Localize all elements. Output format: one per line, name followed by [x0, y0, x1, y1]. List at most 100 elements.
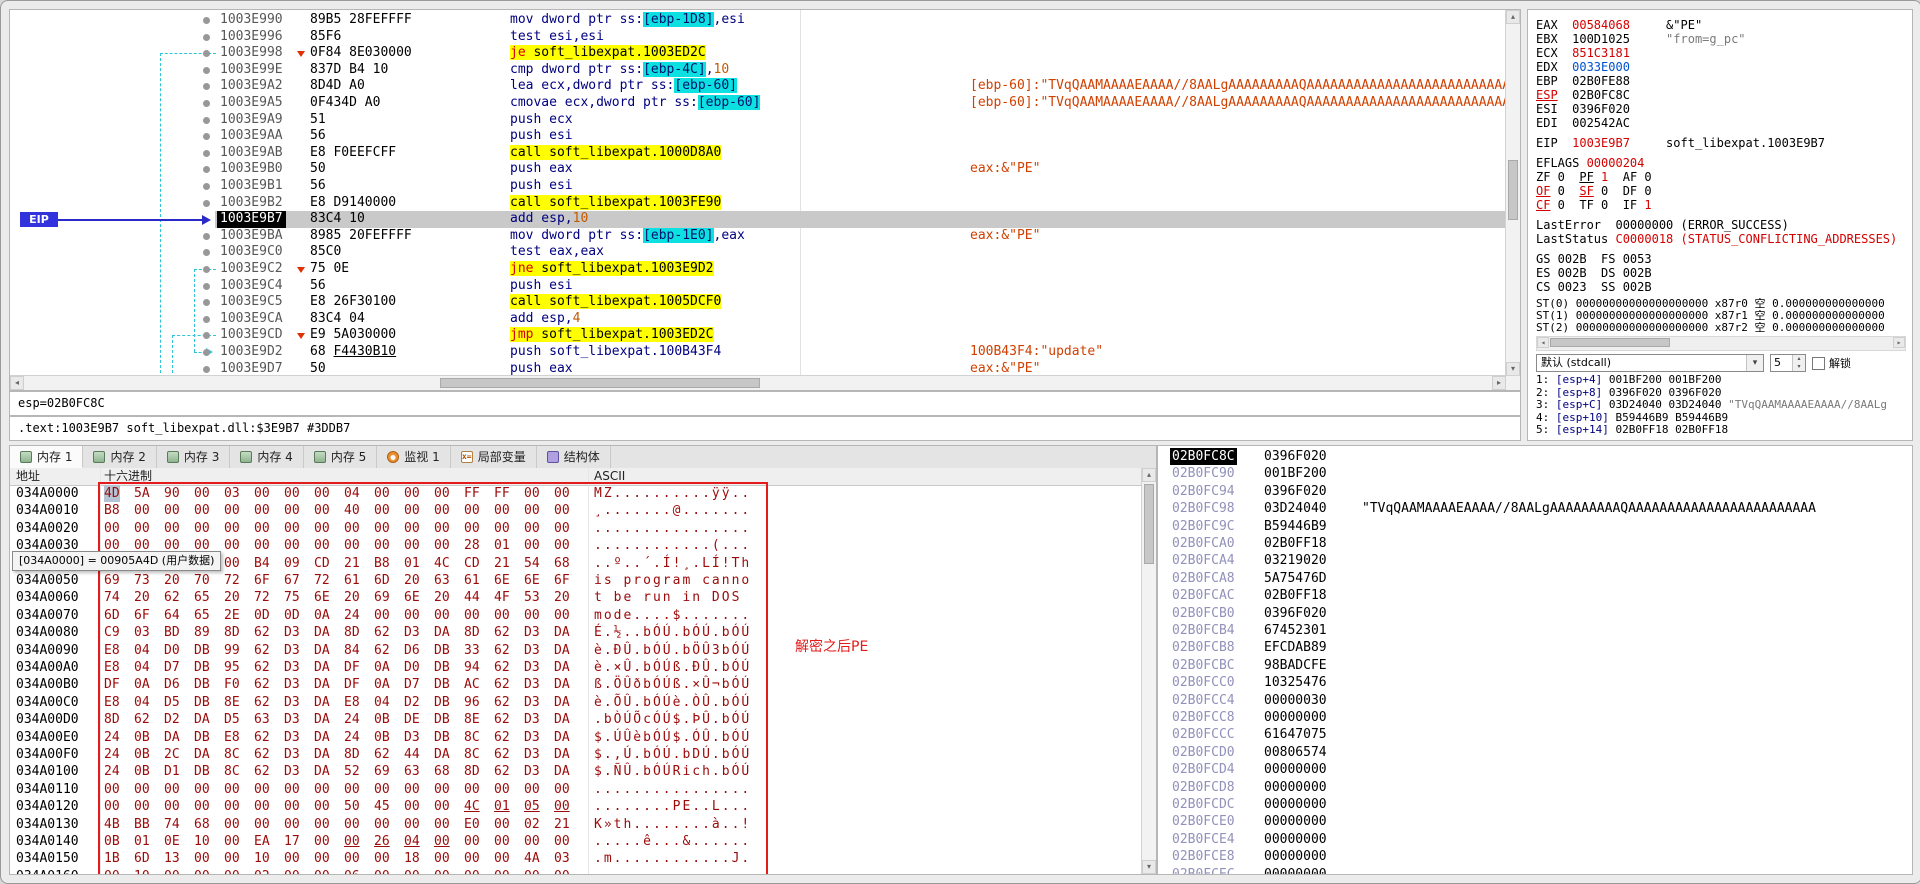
stack-row[interactable]: 02B0FCB0 0396F020	[1158, 605, 1912, 622]
dump-byte[interactable]: 00	[314, 781, 330, 798]
stack-row[interactable]: 02B0FCD0 00806574	[1158, 744, 1912, 761]
disasm-address[interactable]: 1003E9BA	[220, 228, 283, 245]
dump-byte[interactable]: D7	[164, 659, 180, 676]
dump-byte[interactable]: 00	[374, 520, 390, 537]
dump-byte[interactable]: 62	[254, 763, 270, 780]
dump-byte[interactable]: 00	[404, 485, 420, 502]
breakpoint-dot[interactable]	[203, 17, 210, 24]
dump-byte[interactable]: 00	[554, 868, 570, 874]
dump-byte[interactable]: DF	[344, 659, 360, 676]
dump-byte[interactable]: DB	[194, 729, 210, 746]
dump-byte[interactable]: 00	[494, 520, 510, 537]
dump-byte[interactable]: D3	[284, 694, 300, 711]
dump-byte[interactable]: 00	[434, 781, 450, 798]
dump-byte[interactable]: D6	[164, 676, 180, 693]
dump-byte[interactable]: 00	[224, 555, 240, 572]
dump-byte[interactable]: FF	[464, 485, 480, 502]
dump-byte[interactable]: 00	[494, 850, 510, 867]
dump-byte[interactable]: 03	[554, 850, 570, 867]
dump-byte[interactable]: 20	[224, 589, 240, 606]
dump-byte[interactable]: 00	[224, 520, 240, 537]
dump-byte[interactable]: 62	[164, 589, 180, 606]
dump-byte[interactable]: D3	[284, 763, 300, 780]
dump-byte[interactable]: 8C	[224, 746, 240, 763]
dump-byte[interactable]: 45	[374, 798, 390, 815]
dump-byte[interactable]: 8D	[344, 624, 360, 641]
dump-byte[interactable]: 00	[254, 520, 270, 537]
dump-byte[interactable]: 00	[164, 781, 180, 798]
dump-byte[interactable]: 0A	[314, 607, 330, 624]
dump-byte[interactable]: 00	[524, 537, 540, 554]
stack-arg-line[interactable]: 1: [esp+4] 001BF200 001BF200	[1536, 374, 1910, 387]
spin-up-icon[interactable]: ▴	[1797, 355, 1800, 362]
dump-byte[interactable]: 6D	[134, 850, 150, 867]
disasm-row[interactable]: 1003E99E 837D B4 10 cmp dword ptr ss:[ebp-…	[215, 61, 1506, 79]
dump-row[interactable]: 034A0110 00 00 00 00 00 00 00 00 00 00 00 00 00 00 00 00…	[10, 781, 1142, 798]
dump-byte[interactable]: DA	[314, 746, 330, 763]
dump-byte[interactable]: 00	[254, 537, 270, 554]
dump-byte[interactable]: 52	[344, 763, 360, 780]
dump-row[interactable]: 034A0140 0B 01 0E 10 00 EA 17 00 00 26 04 00 00 00 00 00…	[10, 833, 1142, 850]
dump-byte[interactable]: 00	[434, 607, 450, 624]
stack-arg-line[interactable]: 2: [esp+8] 0396F020 0396F020	[1536, 387, 1910, 400]
register-line[interactable]: CF 0 TF 0 IF 1	[1536, 198, 1910, 212]
dump-byte[interactable]: 0E	[164, 833, 180, 850]
dump-byte[interactable]: D0	[164, 642, 180, 659]
disasm-address[interactable]: 1003E996	[220, 29, 283, 46]
dump-byte[interactable]: 00	[494, 816, 510, 833]
dump-byte[interactable]: B8	[104, 502, 120, 519]
dump-byte[interactable]: 8E	[224, 694, 240, 711]
breakpoint-dot[interactable]	[203, 116, 210, 124]
dump-byte[interactable]: D3	[524, 729, 540, 746]
dump-byte[interactable]: 00	[404, 868, 420, 874]
dump-byte[interactable]: 00	[524, 520, 540, 537]
dump-byte[interactable]: 02	[524, 816, 540, 833]
dump-byte[interactable]: 00	[464, 502, 480, 519]
dump-byte[interactable]: E8	[104, 642, 120, 659]
disassembly-vertical-scrollbar[interactable]: ▴ ▾	[1505, 10, 1520, 376]
disasm-row[interactable]: 1003E9B1 56 push esi	[215, 178, 1506, 195]
dump-byte[interactable]: FF	[494, 485, 510, 502]
dump-byte[interactable]: DB	[194, 642, 210, 659]
breakpoint-dot[interactable]	[203, 249, 210, 257]
dump-byte[interactable]: 24	[344, 607, 360, 624]
dump-byte[interactable]: 00	[464, 868, 480, 874]
dump-byte[interactable]: 00	[164, 502, 180, 519]
tab-memory-4[interactable]: 内存 4	[230, 446, 304, 468]
dump-byte[interactable]: 00	[194, 520, 210, 537]
breakpoint-dot[interactable]	[203, 100, 210, 107]
dump-byte[interactable]: 6E	[494, 572, 510, 589]
dump-byte[interactable]: 62	[494, 659, 510, 676]
dump-byte[interactable]: DA	[434, 624, 450, 641]
dump-byte[interactable]: 00	[284, 537, 300, 554]
stack-row[interactable]: 02B0FCE0 00000000	[1158, 813, 1912, 830]
dump-byte[interactable]: 00	[554, 537, 570, 554]
dump-byte[interactable]: 8E	[464, 711, 480, 728]
dump-byte[interactable]: 0D	[254, 607, 270, 624]
dump-byte[interactable]: E0	[464, 816, 480, 833]
dump-byte[interactable]: 04	[134, 694, 150, 711]
spin-down-icon[interactable]: ▾	[1797, 363, 1800, 370]
scrollbar-thumb[interactable]	[1550, 338, 1670, 347]
dump-byte[interactable]: 5A	[134, 485, 150, 502]
dump-byte[interactable]: 00	[494, 502, 510, 519]
tab-memory-2[interactable]: 内存 2	[83, 446, 157, 468]
disasm-row[interactable]: 1003E9AA 56 push esi	[215, 128, 1506, 145]
dump-byte[interactable]: 0B	[134, 763, 150, 780]
dump-byte[interactable]: 62	[494, 624, 510, 641]
dump-byte[interactable]: 4F	[494, 589, 510, 606]
dump-byte[interactable]: 00	[434, 485, 450, 502]
dump-byte[interactable]: 62	[254, 694, 270, 711]
dump-row[interactable]: 034A0090 E8 04 D0 DB 99 62 D3 DA 84 62 D6 DB 33 62 D3 DA…	[10, 642, 1142, 659]
dump-byte[interactable]: 00	[344, 781, 360, 798]
disasm-row[interactable]: 1003E996 85F6 test esi,esi	[215, 29, 1506, 46]
dump-byte[interactable]: 00	[284, 868, 300, 874]
dump-byte[interactable]: 00	[194, 485, 210, 502]
stack-row[interactable]: 02B0FCD4 00000000	[1158, 761, 1912, 778]
dump-row[interactable]: 034A0070 6D 6F 64 65 2E 0D 0D 0A 24 00 00 00 00 00 00 00…	[10, 607, 1142, 624]
dump-byte[interactable]: DA	[314, 694, 330, 711]
register-line[interactable]: EFLAGS 00000204	[1536, 156, 1910, 170]
scrollbar-thumb[interactable]	[1508, 160, 1518, 220]
dump-byte[interactable]: E8	[344, 694, 360, 711]
dump-row[interactable]: 034A00D0 8D 62 D2 DA D5 63 D3 DA 24 0B DE DB 8E 62 D3 DA…	[10, 711, 1142, 728]
